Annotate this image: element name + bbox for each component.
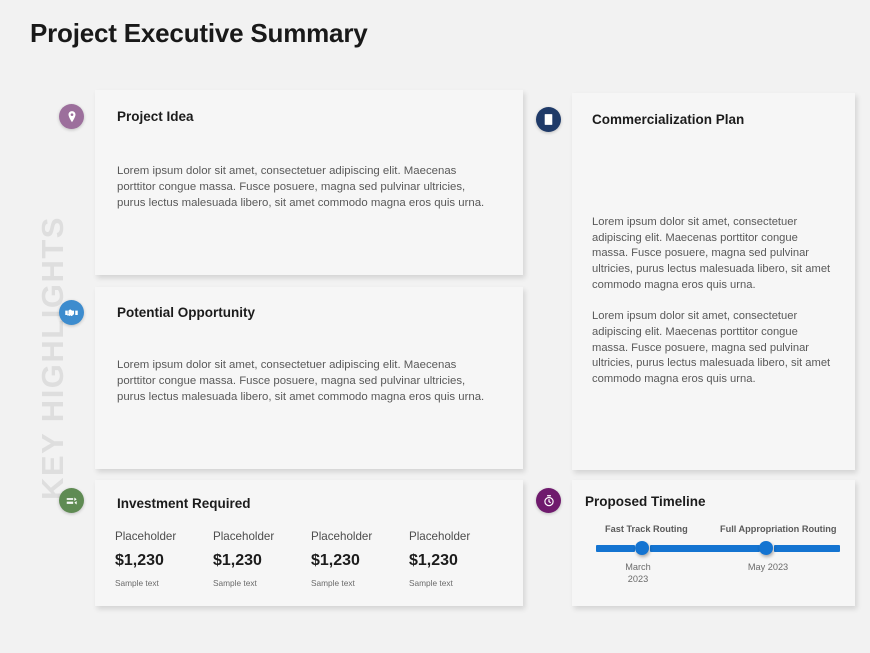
paragraph: Lorem ipsum dolor sit amet, consectetuer… [592,216,831,291]
card-title-potential-opportunity: Potential Opportunity [117,305,255,320]
slide-canvas: Project Executive Summary KEY HIGHLIGHTS… [0,0,870,653]
timeline-milestone-label: Full Appropriation Routing [720,524,837,534]
investment-amount: $1,230 [311,551,360,569]
timeline-milestone-date: March 2023 [625,562,651,584]
timeline-bar-segment [596,545,635,552]
investment-note: Sample text [311,578,355,589]
investment-column: Placeholder $1,230 Sample text [213,530,311,589]
investment-label: Placeholder [311,530,373,543]
card-commercialization-plan[interactable]: Commercialization Plan Lorem ipsum dolor… [572,93,855,470]
investment-note: Sample text [115,578,159,589]
page-title: Project Executive Summary [30,18,368,48]
card-project-idea[interactable]: Project Idea Lorem ipsum dolor sit amet,… [95,90,523,275]
card-title-investment-required: Investment Required [117,496,251,511]
card-investment-required[interactable]: Investment Required Placeholder $1,230 S… [95,480,523,606]
timeline-milestone-dot[interactable] [635,541,649,555]
timeline-milestone-label: Fast Track Routing [605,524,688,534]
card-body-project-idea: Lorem ipsum dolor sit amet, consectetuer… [117,165,485,209]
card-proposed-timeline[interactable]: Proposed Timeline Fast Track Routing Ful… [572,480,855,606]
investment-note: Sample text [409,578,453,589]
investment-amount: $1,230 [409,551,458,569]
timeline-milestone-dot[interactable] [759,541,773,555]
timeline-bar-segment [774,545,840,552]
timeline-track: Fast Track Routing Full Appropriation Ro… [594,522,844,592]
paragraph: Lorem ipsum dolor sit amet, consectetuer… [592,310,831,386]
investment-column: Placeholder $1,230 Sample text [311,530,409,589]
card-body-commercialization-plan: Lorem ipsum dolor sit amet, consectetuer… [592,215,832,388]
investment-columns: Placeholder $1,230 Sample text Placehold… [115,530,507,589]
handshake-icon [59,300,84,325]
investment-amount: $1,230 [213,551,262,569]
investment-label: Placeholder [213,530,275,543]
investment-note: Sample text [213,578,257,589]
investment-amount: $1,230 [115,551,164,569]
side-label-key-highlights: KEY HIGHLIGHTS [35,216,70,500]
timeline-milestone-date: May 2023 [747,562,789,572]
investment-label: Placeholder [115,530,177,543]
card-title-proposed-timeline: Proposed Timeline [585,494,706,509]
card-title-project-idea: Project Idea [117,109,194,124]
document-list-icon [536,107,561,132]
investment-column: Placeholder $1,230 Sample text [115,530,213,589]
investment-column: Placeholder $1,230 Sample text [409,530,507,589]
investment-label: Placeholder [409,530,471,543]
timeline-bar-segment [650,545,760,552]
card-body-potential-opportunity: Lorem ipsum dolor sit amet, consectetuer… [117,359,485,403]
map-pin-icon [59,104,84,129]
card-title-commercialization-plan: Commercialization Plan [592,112,745,127]
stopwatch-icon [536,488,561,513]
card-potential-opportunity[interactable]: Potential Opportunity Lorem ipsum dolor … [95,287,523,469]
money-exchange-icon [59,488,84,513]
